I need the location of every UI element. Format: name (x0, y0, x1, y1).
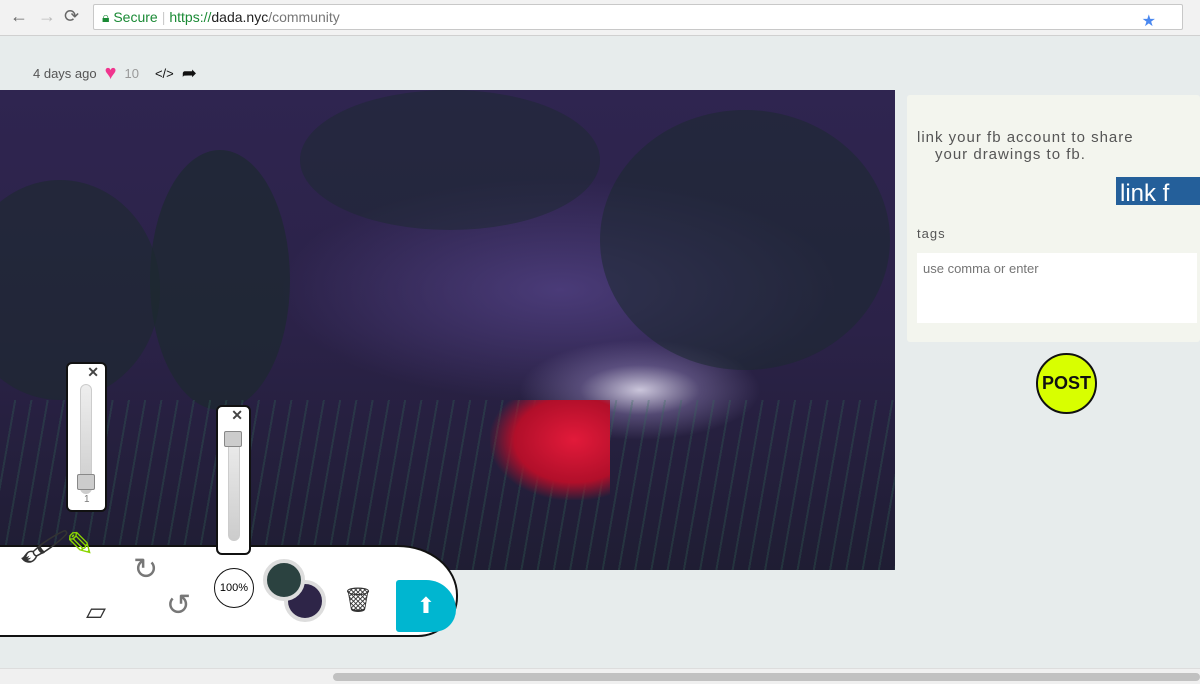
lock-icon: 🔒︎ (102, 9, 110, 25)
opacity-value[interactable]: 100% (214, 568, 254, 608)
horizontal-scrollbar[interactable] (0, 668, 1200, 684)
upload-button[interactable]: ⬆ (396, 580, 456, 632)
url-protocol: https:// (169, 9, 212, 25)
undo-icon[interactable]: ↺ (166, 588, 191, 623)
arrow-up-icon: ⬆ (416, 593, 436, 618)
brush-size-popup: ✕ 1 (66, 362, 107, 512)
brush-size-value: 1 (84, 494, 90, 505)
reload-icon[interactable]: ⟳ (64, 6, 79, 27)
opacity-slider[interactable] (228, 431, 240, 541)
heart-icon[interactable]: ♥ (105, 62, 117, 85)
slider-thumb[interactable] (77, 474, 95, 490)
trash-icon[interactable]: 🗑︎ (343, 586, 373, 615)
back-icon[interactable]: ← (10, 6, 28, 27)
primary-color-swatch[interactable] (263, 559, 305, 601)
brush-icon[interactable]: 🖌︎ (17, 521, 72, 573)
pencil-icon[interactable]: ✎ (66, 525, 95, 565)
close-icon[interactable]: ✕ (231, 407, 243, 424)
fb-prompt: link your fb account to share your drawi… (917, 129, 1134, 163)
close-icon[interactable]: ✕ (87, 364, 99, 381)
tags-label: tags (917, 226, 946, 241)
forward-icon[interactable]: → (38, 6, 56, 27)
fb-prompt-line2: your drawings to fb. (935, 146, 1086, 163)
browser-toolbar: ← → ⟳ 🔒︎ Secure | https://dada.nyc/communi… (0, 0, 1200, 36)
like-count: 10 (124, 66, 139, 81)
opacity-popup: ✕ (216, 405, 251, 555)
share-panel: link your fb account to share your drawi… (907, 95, 1200, 342)
slider-thumb[interactable] (224, 431, 242, 447)
post-time: 4 days ago (33, 66, 97, 81)
address-bar[interactable]: 🔒︎ Secure | https://dada.nyc/community ★ (93, 4, 1183, 30)
embed-icon[interactable]: </> (155, 66, 174, 81)
eraser-icon[interactable]: ▱ (86, 596, 106, 627)
secure-label: Secure (113, 9, 158, 25)
tags-input[interactable] (917, 253, 1197, 323)
share-icon[interactable]: ➦ (182, 63, 197, 84)
bookmark-star-icon[interactable]: ★ (1142, 10, 1156, 34)
post-button[interactable]: POST (1036, 353, 1097, 414)
painted-figure (490, 400, 610, 500)
url-host: dada.nyc (211, 9, 269, 25)
drawing-canvas[interactable] (0, 90, 895, 570)
post-meta: 4 days ago ♥ 10 </> ➦ (33, 62, 197, 85)
redo-icon[interactable]: ↻ (133, 552, 158, 587)
fb-prompt-line1: link your fb account to share (917, 129, 1134, 146)
link-facebook-button[interactable]: link f (1116, 177, 1200, 205)
url-path: /community (268, 9, 340, 25)
scrollbar-thumb[interactable] (333, 673, 1200, 681)
